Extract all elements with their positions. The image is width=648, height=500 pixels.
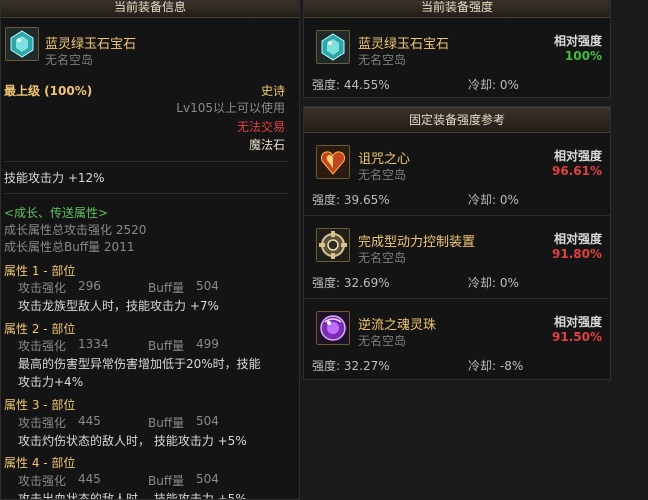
item-name: 蓝灵绿玉石宝石 xyxy=(45,37,137,52)
strength-value: 强度: 32.69% xyxy=(312,276,390,290)
part-effect: 攻击灼伤状态的敌人时， 技能攻击力 +5% xyxy=(18,434,247,448)
part-atk-label: 攻击强化 xyxy=(18,339,67,353)
reference-item-card[interactable]: 完成型动力控制装置 无名空岛 相对强度 91.80% 强度: 32.69% 冷却… xyxy=(304,216,610,299)
growth-buff-total: 成长属性总Buff量 2011 xyxy=(4,240,135,254)
relative-strength-label: 相对强度 xyxy=(553,149,602,163)
item-source: 无名空岛 xyxy=(358,251,407,265)
rarity-label: 史诗 xyxy=(260,84,285,98)
part-effect: 最高的伤害型异常伤害增加低于20%时，技能 xyxy=(18,357,261,371)
part-atk-value: 296 xyxy=(78,279,101,293)
current-strength-panel: 当前装备强度 蓝灵绿玉石宝石 无名空岛 相对强度 100% 强度: 44.55%… xyxy=(303,0,611,98)
growth-title: <成长、传送属性> xyxy=(4,206,109,220)
part-title: 属性 1 - 部位 xyxy=(4,264,76,278)
item-name: 完成型动力控制装置 xyxy=(358,235,476,250)
part-atk-label: 攻击强化 xyxy=(18,416,67,430)
part-atk-label: 攻击强化 xyxy=(18,474,67,488)
reference-item-card[interactable]: 诅咒之心 无名空岛 相对强度 96.61% 强度: 39.65% 冷却: 0% xyxy=(304,133,610,216)
item-name: 蓝灵绿玉石宝石 xyxy=(358,37,450,52)
part-title: 属性 4 - 部位 xyxy=(4,456,76,470)
part-buff-label: Buff量 xyxy=(148,474,185,488)
skill-attack-label: 技能攻击力 +12% xyxy=(4,171,105,185)
part-buff-value: 504 xyxy=(196,414,219,428)
strength-value: 强度: 32.27% xyxy=(312,359,390,373)
item-source: 无名空岛 xyxy=(45,53,94,67)
part-buff-label: Buff量 xyxy=(148,416,185,430)
part-effect: 攻击出血状态的敌人时， 技能攻击力 +5% xyxy=(18,492,247,500)
part-atk-value: 445 xyxy=(78,472,101,486)
panel-header: 固定装备强度参考 xyxy=(304,107,610,133)
relative-strength-value: 96.61% xyxy=(552,164,602,178)
divider xyxy=(4,161,288,162)
panel-header: 当前装备强度 xyxy=(304,1,610,18)
item-name: 诅咒之心 xyxy=(358,152,411,167)
strength-value: 强度: 39.65% xyxy=(312,193,390,207)
relative-strength-value: 91.50% xyxy=(552,330,602,344)
part-atk-label: 攻击强化 xyxy=(18,281,67,295)
item-source: 无名空岛 xyxy=(358,53,407,67)
item-source: 无名空岛 xyxy=(358,168,407,182)
relative-strength-label: 相对强度 xyxy=(553,34,602,48)
item-type-label: 魔法石 xyxy=(248,138,285,152)
item-source: 无名空岛 xyxy=(358,334,407,348)
cursed-heart-icon xyxy=(316,145,350,179)
panel-header: 当前装备信息 xyxy=(1,1,299,18)
equipment-info-panel: 当前装备信息 蓝灵绿玉石宝石 无名空岛 最上级 (100%) 史诗 Lv105以… xyxy=(0,0,300,500)
part-buff-value: 499 xyxy=(196,337,219,351)
part-atk-value: 1334 xyxy=(78,337,109,351)
gem-icon[interactable] xyxy=(5,27,39,61)
requirement-label: Lv105以上可以使用 xyxy=(176,101,285,115)
part-buff-value: 504 xyxy=(196,279,219,293)
cooldown-value: 冷却: -8% xyxy=(468,359,524,373)
growth-attack-total: 成长属性总攻击强化 2520 xyxy=(4,223,147,237)
part-title: 属性 3 - 部位 xyxy=(4,398,76,412)
relative-strength-value: 100% xyxy=(564,49,602,63)
relative-strength-value: 91.80% xyxy=(552,247,602,261)
divider xyxy=(4,193,288,194)
cooldown-value: 冷却: 0% xyxy=(468,78,519,92)
part-atk-value: 445 xyxy=(78,414,101,428)
cooldown-value: 冷却: 0% xyxy=(468,276,519,290)
part-buff-label: Buff量 xyxy=(148,281,185,295)
part-buff-label: Buff量 xyxy=(148,339,185,353)
reference-item-card[interactable]: 逆流之魂灵珠 无名空岛 相对强度 91.50% 强度: 32.27% 冷却: -… xyxy=(304,299,610,379)
soul-orb-icon xyxy=(316,311,350,345)
power-control-device-icon xyxy=(316,228,350,262)
level-label: 最上级 (100%) xyxy=(4,84,93,98)
trade-label: 无法交易 xyxy=(236,120,285,134)
item-name: 逆流之魂灵珠 xyxy=(358,318,437,333)
relative-strength-label: 相对强度 xyxy=(553,232,602,246)
strength-value: 强度: 44.55% xyxy=(312,78,390,92)
cooldown-value: 冷却: 0% xyxy=(468,193,519,207)
part-effect: 攻击龙族型敌人时，技能攻击力 +7% xyxy=(18,299,219,313)
part-buff-value: 504 xyxy=(196,472,219,486)
part-title: 属性 2 - 部位 xyxy=(4,322,76,336)
part-effect-cont: 攻击力+4% xyxy=(18,375,84,389)
gem-icon[interactable] xyxy=(316,30,350,64)
reference-strength-panel: 固定装备强度参考 诅咒之心 无名空岛 相对强度 96.61% 强度: 39.65… xyxy=(303,106,611,380)
relative-strength-label: 相对强度 xyxy=(553,315,602,329)
